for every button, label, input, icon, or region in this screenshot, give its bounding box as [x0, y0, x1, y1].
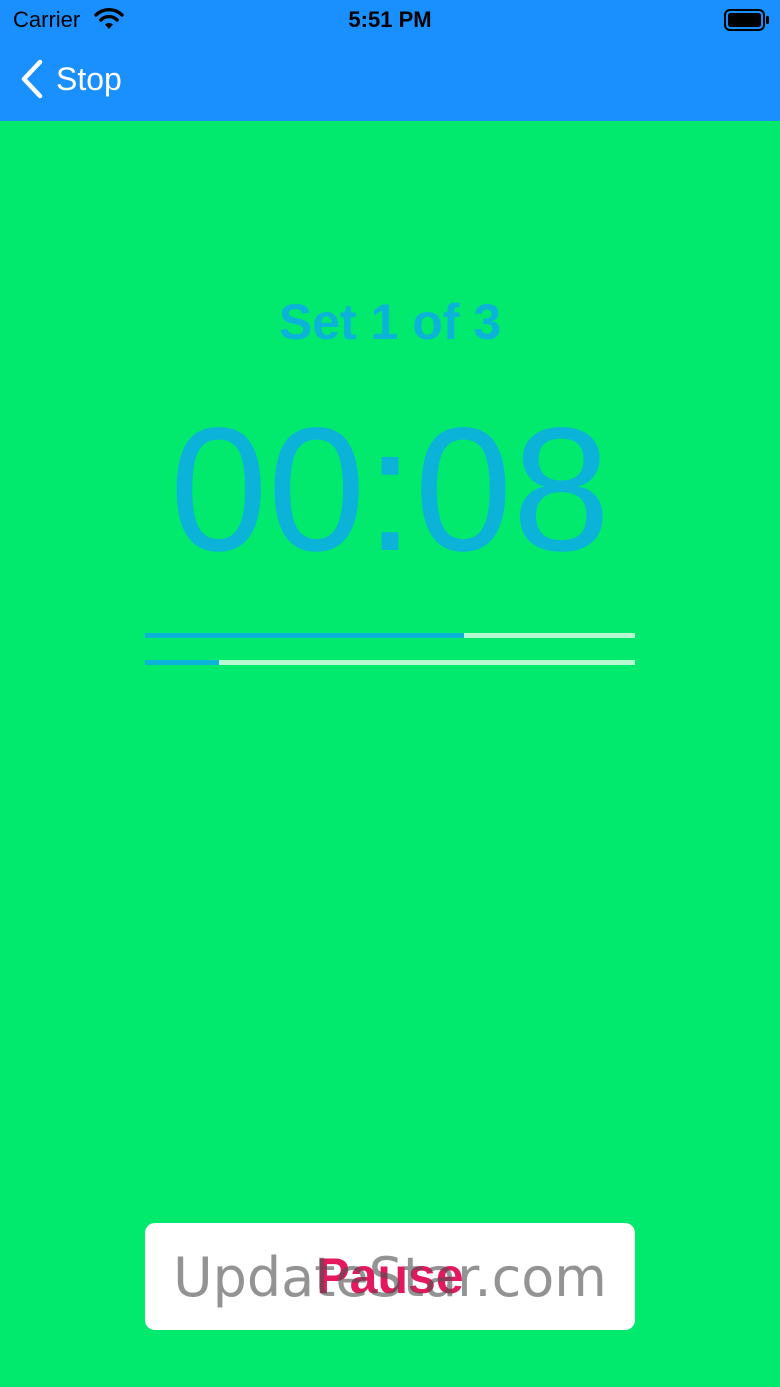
countdown-timer: 00:08	[169, 392, 611, 588]
status-time: 5:51 PM	[348, 7, 432, 32]
chevron-left-icon	[20, 59, 44, 99]
stop-back-label: Stop	[56, 61, 122, 97]
battery-icon	[724, 9, 770, 31]
total-progress-fill	[145, 660, 219, 665]
set-counter: Set 1 of 3	[278, 294, 502, 350]
set-progress-fill	[145, 633, 464, 638]
set-progress-bar	[145, 633, 635, 638]
stop-back-button[interactable]: Stop	[20, 56, 122, 102]
status-bar: Carrier 5:51 PM	[0, 0, 780, 40]
total-progress-bar	[145, 660, 635, 665]
pause-button[interactable]: Pause	[145, 1223, 635, 1330]
navigation-header: Carrier 5:51 PM Stop	[0, 0, 780, 121]
